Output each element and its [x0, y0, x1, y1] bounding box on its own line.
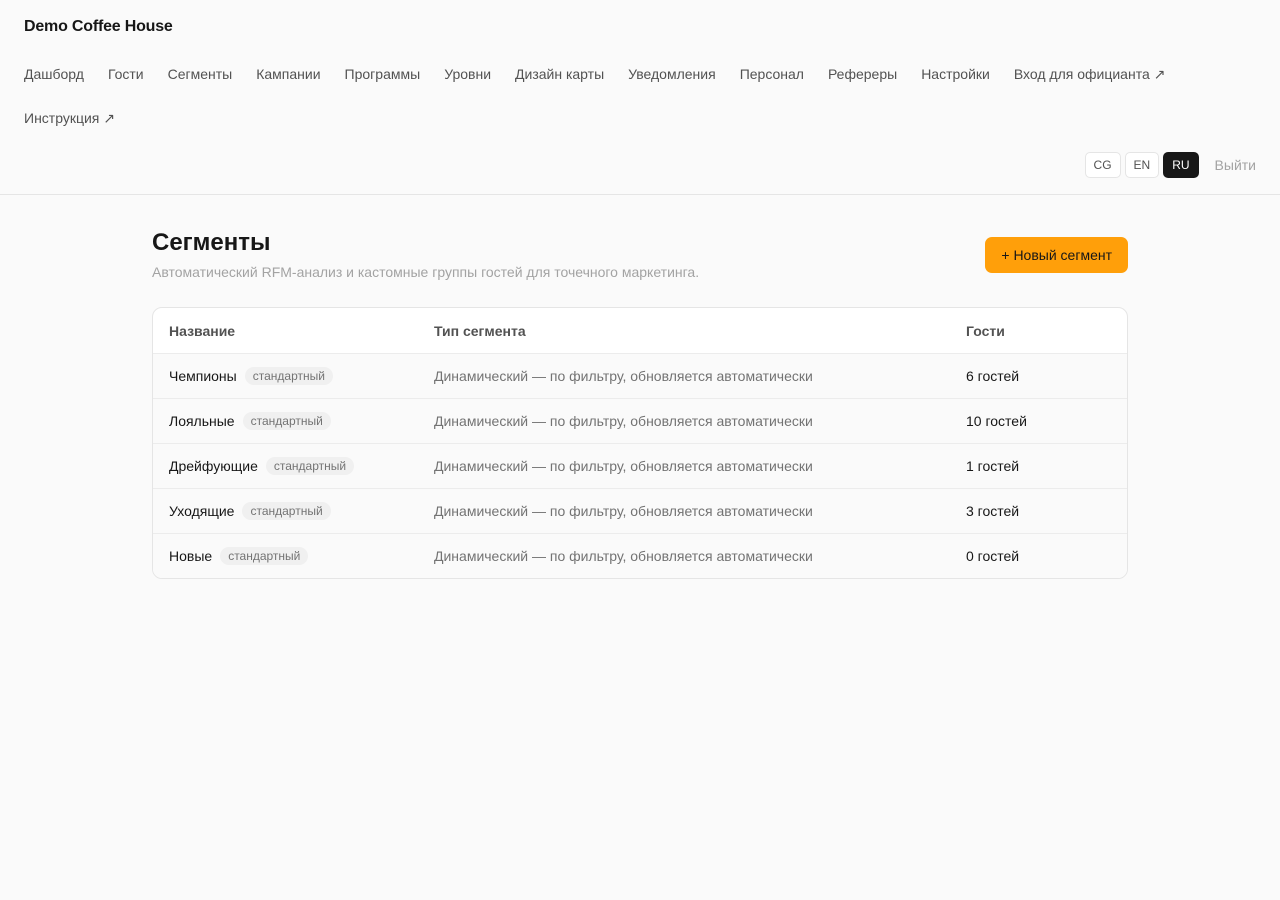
nav-item-dashboard[interactable]: Дашборд [24, 52, 84, 96]
nav-item-guests[interactable]: Гости [108, 52, 144, 96]
segment-name: Чемпионы [169, 368, 237, 384]
column-header-name: Название [169, 322, 236, 339]
nav-item-settings[interactable]: Настройки [921, 52, 990, 96]
segment-badge: стандартный [265, 457, 355, 475]
table-row[interactable]: Чемпионы стандартный Динамический — по ф… [153, 353, 1127, 398]
table-row[interactable]: Лояльные стандартный Динамический — по ф… [153, 398, 1127, 443]
main-nav: Дашборд Гости Сегменты Кампании Программ… [24, 52, 1244, 140]
segment-name: Уходящие [169, 503, 235, 519]
nav-item-instructions[interactable]: Инструкция ↗ [24, 96, 115, 140]
nav-item-levels[interactable]: Уровни [444, 52, 491, 96]
logout-link[interactable]: Выйти [1215, 157, 1256, 173]
table-row[interactable]: Новые стандартный Динамический — по филь… [153, 533, 1127, 578]
segments-table: Название Тип сегмента Гости Чемпионы ста… [152, 307, 1128, 579]
nav-item-card-design[interactable]: Дизайн карты [515, 52, 604, 96]
segment-guests: 0 гостей [966, 548, 1020, 564]
segment-badge: стандартный [220, 547, 309, 565]
segment-type: Динамический — по фильтру, обновляется а… [434, 458, 813, 474]
table-row[interactable]: Уходящие стандартный Динамический — по ф… [153, 488, 1127, 533]
segment-guests: 1 гостей [966, 458, 1020, 474]
main-content: Сегменты Автоматический RFM-анализ и кас… [152, 229, 1128, 579]
page-title: Сегменты [152, 229, 271, 256]
segment-badge: стандартный [242, 502, 331, 520]
table-header-row: Название Тип сегмента Гости [153, 308, 1127, 353]
language-switcher: CG EN RU Выйти [1084, 152, 1256, 178]
lang-button-ru[interactable]: RU [1163, 152, 1199, 178]
table-row[interactable]: Дрейфующие стандартный Динамический — по… [153, 443, 1127, 488]
page-subtitle: Автоматический RFM-анализ и кастомные гр… [152, 264, 700, 280]
segment-type: Динамический — по фильтру, обновляется а… [434, 413, 813, 429]
segment-badge: стандартный [242, 412, 331, 430]
segment-guests: 10 гостей [966, 413, 1027, 429]
nav-item-referrers[interactable]: Рефереры [828, 52, 897, 96]
segment-name: Новые [169, 548, 213, 564]
brand-title: Demo Coffee House [24, 18, 173, 35]
nav-item-waiter-login[interactable]: Вход для официанта ↗ [1014, 52, 1166, 96]
nav-item-notifications[interactable]: Уведомления [628, 52, 716, 96]
lang-button-cg[interactable]: CG [1084, 152, 1121, 178]
segment-type: Динамический — по фильтру, обновляется а… [434, 503, 813, 519]
nav-item-programs[interactable]: Программы [345, 52, 421, 96]
column-header-type: Тип сегмента [434, 322, 526, 339]
segment-name: Лояльные [169, 413, 235, 429]
new-segment-button[interactable]: + Новый сегмент [985, 237, 1128, 273]
nav-item-staff[interactable]: Персонал [740, 52, 804, 96]
segment-type: Динамический — по фильтру, обновляется а… [434, 368, 813, 384]
column-header-guests: Гости [966, 322, 1005, 339]
nav-item-segments[interactable]: Сегменты [168, 52, 233, 96]
segment-badge: стандартный [244, 367, 333, 385]
lang-button-en[interactable]: EN [1124, 152, 1160, 178]
segment-type: Динамический — по фильтру, обновляется а… [434, 548, 813, 564]
segment-guests: 3 гостей [966, 503, 1020, 519]
top-header: Demo Coffee House Дашборд Гости Сегменты… [0, 0, 1280, 195]
nav-item-campaigns[interactable]: Кампании [256, 52, 320, 96]
segment-name: Дрейфующие [169, 458, 258, 474]
segment-guests: 6 гостей [966, 368, 1020, 384]
page-heading: Сегменты Автоматический RFM-анализ и кас… [152, 229, 1128, 307]
